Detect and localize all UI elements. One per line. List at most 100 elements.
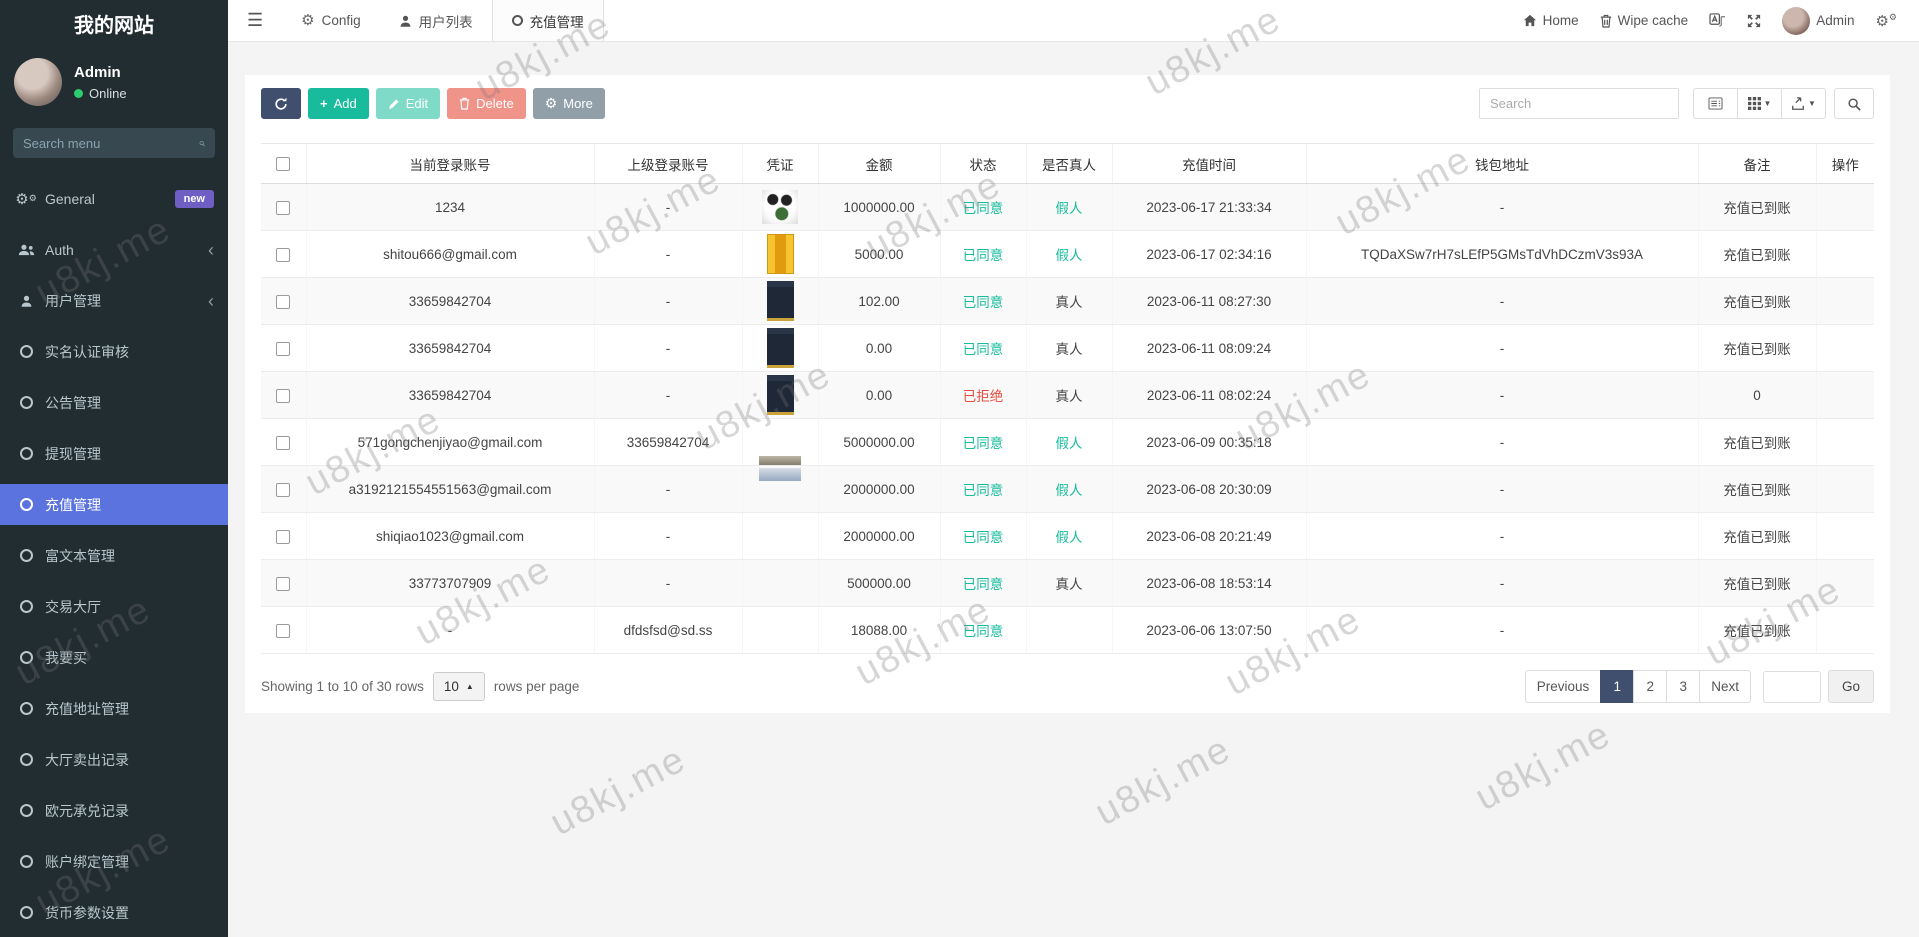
cell-is-real: 假人 xyxy=(1025,230,1112,278)
row-checkbox[interactable] xyxy=(276,247,291,262)
sidebar-item-账户绑定管理[interactable]: 账户绑定管理 xyxy=(0,841,228,882)
row-checkbox[interactable] xyxy=(276,294,291,309)
cell-account: 1234 xyxy=(305,183,594,231)
sidebar-item-大厅卖出记录[interactable]: 大厅卖出记录 xyxy=(0,739,228,780)
cell-recharge-time: 2023-06-11 08:27:30 xyxy=(1111,277,1306,325)
sidebar-item-富文本管理[interactable]: 富文本管理 xyxy=(0,535,228,576)
top-navbar: ☰ ⚙ Config 用户列表 充值管理 Home Wipe cache Adm… xyxy=(228,0,1919,42)
view-options-group: ▼ ▼ xyxy=(1693,88,1826,119)
circle-icon xyxy=(511,15,523,26)
table-row[interactable]: 1234 - 1000000.00 已同意 假人 2023-06-17 21:3… xyxy=(261,183,1874,231)
table-search-input[interactable] xyxy=(1479,88,1679,119)
avatar xyxy=(14,58,62,106)
table-row[interactable]: - dfdsfsd@sd.ss 18088.00 已同意 2023-06-06 … xyxy=(261,606,1874,654)
voucher-image[interactable] xyxy=(766,281,794,321)
sidebar-item-交易大厅[interactable]: 交易大厅 xyxy=(0,586,228,627)
row-checkbox[interactable] xyxy=(276,529,291,544)
page-1[interactable]: 1 xyxy=(1600,670,1635,703)
user-icon xyxy=(14,294,38,308)
sidebar-search-input[interactable] xyxy=(23,135,199,151)
cell-recharge-time: 2023-06-11 08:09:24 xyxy=(1111,324,1306,372)
settings-button[interactable]: ⚙⚙ xyxy=(1875,12,1897,29)
hamburger-icon[interactable]: ☰ xyxy=(228,10,282,31)
row-checkbox[interactable] xyxy=(276,482,291,497)
sidebar-item-充值地址管理[interactable]: 充值地址管理 xyxy=(0,688,228,729)
cell-amount: 5000.00 xyxy=(817,230,940,278)
user-icon xyxy=(399,14,412,28)
voucher-image[interactable] xyxy=(759,456,801,465)
next-page-button[interactable]: Next xyxy=(1699,670,1751,703)
voucher-image[interactable] xyxy=(766,328,794,368)
site-title: 我的网站 xyxy=(74,15,154,37)
tab-充值管理[interactable]: 充值管理 xyxy=(491,0,604,41)
table-row[interactable]: a3192121554551563@gmail.com - 2000000.00… xyxy=(261,465,1874,513)
refresh-button[interactable] xyxy=(261,88,301,119)
search-button[interactable] xyxy=(1834,88,1874,119)
home-link[interactable]: Home xyxy=(1523,13,1579,28)
row-checkbox[interactable] xyxy=(276,200,291,215)
columns-button[interactable]: ▼ xyxy=(1737,88,1782,119)
page-jump-input[interactable] xyxy=(1762,670,1821,703)
table-row[interactable]: 33659842704 - 0.00 已拒绝 真人 2023-06-11 08:… xyxy=(261,371,1874,419)
detail-view-button[interactable] xyxy=(1693,88,1738,119)
voucher-image[interactable] xyxy=(766,375,794,415)
sidebar-item-我要买[interactable]: 我要买 xyxy=(0,637,228,678)
cell-remark: 充值已到账 xyxy=(1697,465,1816,513)
navbar-username: Admin xyxy=(1816,13,1855,28)
select-all-checkbox[interactable] xyxy=(276,157,291,172)
translate-button[interactable] xyxy=(1709,13,1726,28)
tab-用户列表[interactable]: 用户列表 xyxy=(380,0,492,41)
table-row[interactable]: 571gongchenjiyao@gmail.com 33659842704 5… xyxy=(261,418,1874,466)
voucher-image[interactable] xyxy=(766,234,794,274)
sidebar-item-提现管理[interactable]: 提现管理 xyxy=(0,433,228,474)
row-checkbox[interactable] xyxy=(276,341,291,356)
plus-icon: + xyxy=(320,96,328,111)
tab-Config[interactable]: ⚙ Config xyxy=(282,0,379,41)
voucher-image[interactable] xyxy=(759,468,801,481)
sidebar-item-货币参数设置[interactable]: 货币参数设置 xyxy=(0,892,228,933)
sidebar-item-Auth[interactable]: Auth ‹ xyxy=(0,229,228,270)
fullscreen-button[interactable] xyxy=(1747,14,1761,28)
sidebar-item-label: 充值管理 xyxy=(45,496,101,513)
cell-actions xyxy=(1815,230,1874,278)
page-3[interactable]: 3 xyxy=(1666,670,1701,703)
row-checkbox[interactable] xyxy=(276,623,291,638)
sidebar-item-General[interactable]: ⚙ ⚙ General new xyxy=(0,178,228,219)
sidebar-item-公告管理[interactable]: 公告管理 xyxy=(0,382,228,423)
page-size-dropdown[interactable]: 10 ▲ xyxy=(432,672,485,701)
page-size-value: 10 xyxy=(443,679,459,694)
sidebar-item-用户管理[interactable]: 用户管理 ‹ xyxy=(0,280,228,321)
wipe-cache-link[interactable]: Wipe cache xyxy=(1600,13,1688,28)
sidebar-item-实名认证审核[interactable]: 实名认证审核 xyxy=(0,331,228,372)
row-checkbox[interactable] xyxy=(276,388,291,403)
voucher-image[interactable] xyxy=(762,190,798,224)
row-select-cell xyxy=(261,418,306,466)
delete-button[interactable]: Delete xyxy=(447,88,526,119)
row-checkbox[interactable] xyxy=(276,576,291,591)
table-row[interactable]: shitou666@gmail.com - 5000.00 已同意 假人 202… xyxy=(261,230,1874,278)
more-button[interactable]: ⚙ More xyxy=(532,88,605,119)
table-row[interactable]: shiqiao1023@gmail.com - 2000000.00 已同意 假… xyxy=(261,512,1874,560)
export-button[interactable]: ▼ xyxy=(1781,88,1826,119)
columns-grid-icon xyxy=(1747,97,1761,110)
sidebar-item-欧元承兑记录[interactable]: 欧元承兑记录 xyxy=(0,790,228,831)
table-row[interactable]: 33773707909 - 500000.00 已同意 真人 2023-06-0… xyxy=(261,559,1874,607)
previous-page-button[interactable]: Previous xyxy=(1524,670,1602,703)
cell-status: 已同意 xyxy=(939,559,1026,607)
sidebar-item-充值管理[interactable]: 充值管理 xyxy=(0,484,228,525)
cell-remark: 充值已到账 xyxy=(1697,606,1816,654)
user-menu[interactable]: Admin xyxy=(1782,6,1855,35)
row-checkbox[interactable] xyxy=(276,435,291,450)
add-button[interactable]: + Add xyxy=(308,88,369,119)
cell-parent-account: - xyxy=(593,371,742,419)
go-button[interactable]: Go xyxy=(1827,670,1874,703)
cell-remark: 充值已到账 xyxy=(1697,559,1816,607)
detail-view-icon xyxy=(1708,97,1723,110)
table-row[interactable]: 33659842704 - 102.00 已同意 真人 2023-06-11 0… xyxy=(261,277,1874,325)
table-row[interactable]: 33659842704 - 0.00 已同意 真人 2023-06-11 08:… xyxy=(261,324,1874,372)
cell-parent-account: - xyxy=(593,465,742,513)
cell-amount: 2000000.00 xyxy=(817,512,940,560)
edit-button[interactable]: Edit xyxy=(375,88,441,119)
page-2[interactable]: 2 xyxy=(1633,670,1668,703)
cell-remark: 充值已到账 xyxy=(1697,512,1816,560)
